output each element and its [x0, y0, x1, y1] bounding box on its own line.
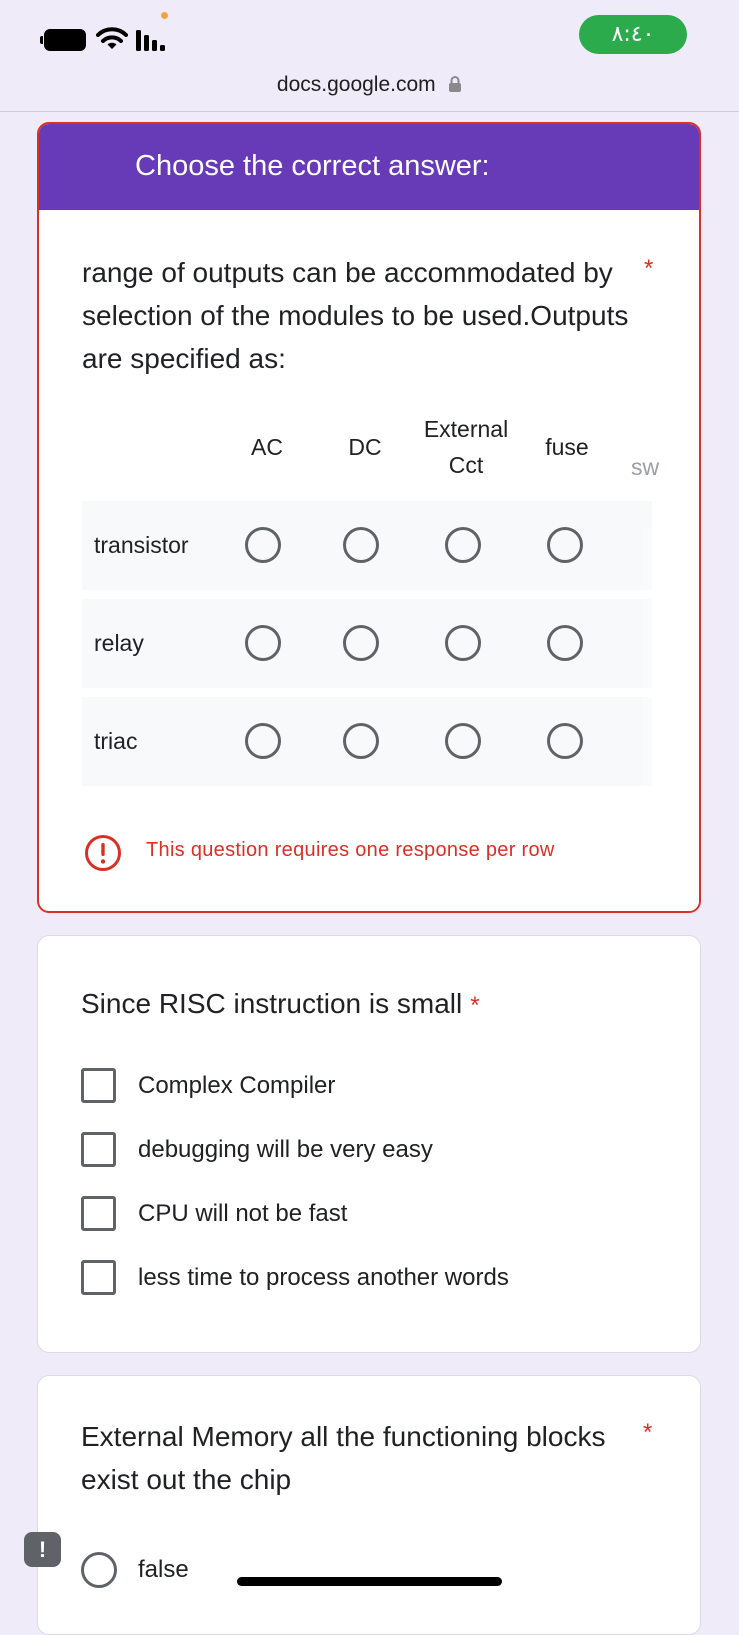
grid-row: transistor — [82, 501, 652, 590]
wifi-icon — [96, 27, 128, 49]
grid-column-header: AC — [251, 434, 283, 460]
grid-row-label: triac — [94, 728, 138, 754]
option-label[interactable]: debugging will be very easy — [138, 1135, 433, 1165]
grid-scroll-fade — [639, 528, 699, 911]
grid-row: triac — [82, 697, 652, 786]
question-card-radio: External Memory all the functioning bloc… — [37, 1375, 701, 1635]
error-icon — [85, 835, 121, 871]
question-card-checkbox: Since RISC instruction is small * Complex… — [37, 935, 701, 1353]
checkbox[interactable] — [81, 1132, 116, 1167]
checkbox[interactable] — [81, 1068, 116, 1103]
option-label[interactable]: false — [138, 1555, 189, 1585]
error-message: This question requires one response per … — [146, 839, 555, 861]
radio-button[interactable] — [445, 625, 481, 661]
option-label[interactable]: Complex Compiler — [138, 1071, 335, 1101]
radio-button[interactable] — [245, 625, 281, 661]
home-indicator[interactable] — [237, 1577, 502, 1586]
question-card-grid: Choose the correct answer: range of outp… — [37, 122, 701, 913]
radio-button[interactable] — [547, 527, 583, 563]
radio-button[interactable] — [343, 723, 379, 759]
radio-button[interactable] — [547, 723, 583, 759]
radio-button[interactable] — [445, 527, 481, 563]
grid-column-header: External Cct — [423, 416, 509, 478]
radio-button[interactable] — [81, 1552, 117, 1588]
section-title: Choose the correct answer: — [135, 150, 490, 182]
question-text: range of outputs can be accommodated by … — [82, 257, 629, 374]
status-bar: ٨:٤٠ — [0, 0, 739, 70]
radio-button[interactable] — [343, 527, 379, 563]
question-title: Since RISC instruction is small * — [81, 986, 480, 1024]
required-asterisk: * — [643, 1419, 653, 1446]
privacy-indicator-dot — [161, 12, 168, 19]
status-time: ٨:٤٠ — [579, 15, 687, 54]
radio-button[interactable] — [245, 527, 281, 563]
address-bar[interactable]: docs.google.com — [0, 70, 739, 112]
url-text[interactable]: docs.google.com — [277, 73, 436, 96]
radio-button[interactable] — [245, 723, 281, 759]
grid-row-label: transistor — [94, 532, 189, 558]
option-label[interactable]: less time to process another words — [138, 1263, 509, 1293]
grid-column-header: sw — [630, 454, 660, 480]
battery-icon — [40, 29, 86, 51]
required-asterisk: * — [470, 992, 480, 1019]
signal-icon — [136, 30, 165, 51]
checkbox[interactable] — [81, 1196, 116, 1231]
question-title-text: Since RISC instruction is small — [81, 988, 463, 1019]
grid-column-header: fuse — [545, 434, 589, 460]
required-asterisk: * — [644, 255, 654, 282]
section-header: Choose the correct answer: — [39, 124, 699, 210]
grid-row: relay — [82, 599, 652, 688]
question-title: External Memory all the functioning bloc… — [81, 1421, 606, 1495]
lock-icon — [449, 76, 462, 92]
grid-column-header: DC — [348, 434, 382, 460]
checkbox[interactable] — [81, 1260, 116, 1295]
radio-button[interactable] — [445, 723, 481, 759]
report-feedback-button[interactable]: ! — [24, 1532, 61, 1567]
option-label[interactable]: CPU will not be fast — [138, 1199, 347, 1229]
grid-row-label: relay — [94, 630, 144, 656]
radio-button[interactable] — [547, 625, 583, 661]
radio-button[interactable] — [343, 625, 379, 661]
